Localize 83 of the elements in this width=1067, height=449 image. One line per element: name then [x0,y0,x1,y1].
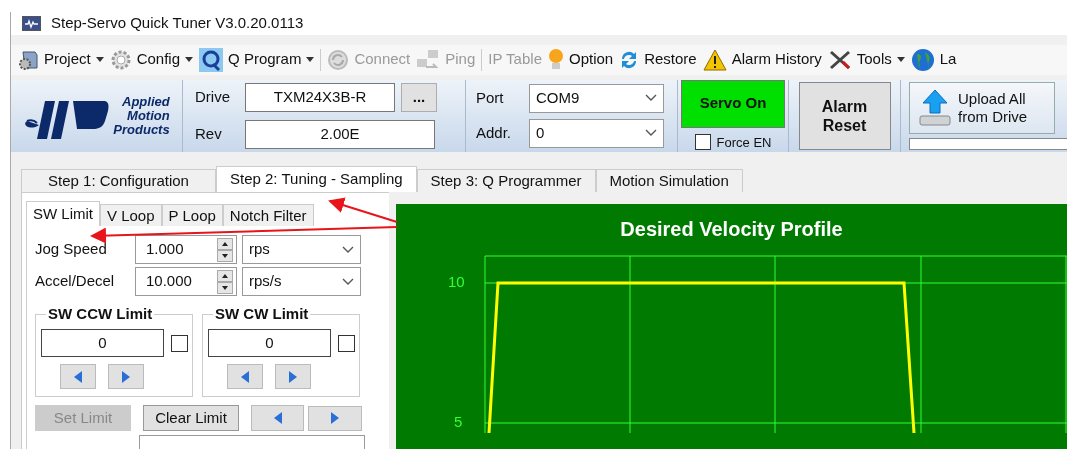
checkbox[interactable] [171,334,188,352]
arrow-button[interactable] [308,405,362,431]
right-arrow-icon [289,370,297,383]
warning-icon [702,48,727,71]
window-title: Step-Servo Quick Tuner V3.0.20.0113 [51,13,304,33]
right-arrow-icon [122,370,130,383]
right-arrow-icon [331,412,339,424]
field-label: Accel/Decel [35,271,116,292]
spin-box[interactable]: 1.000 [135,235,237,264]
dropdown-icon [95,57,104,62]
rev-field: 2.00E [245,119,435,149]
tab[interactable]: P Loop [161,204,223,226]
dropdown-icon [896,57,905,62]
dropdown-icon [185,57,194,62]
app-icon [22,15,41,31]
dropdown-icon [306,57,315,62]
servo-on-button[interactable]: Servo On [681,79,785,128]
spinner-arrows-icon [217,269,233,294]
limit-button[interactable]: Clear Limit [143,405,239,431]
spin-box[interactable]: 10.000 [135,267,237,296]
toolbar-button[interactable]: Tools [827,44,905,75]
chevron-icon [645,129,657,138]
lightbulb-icon [548,47,564,72]
q-icon [199,47,224,72]
tab[interactable]: Motion Simulation [595,169,743,192]
toolbar-button[interactable]: Config [109,44,194,75]
address-label: Addr. [476,123,513,143]
toolbar-button[interactable]: Project [17,44,104,75]
port-dropdown[interactable]: COM9 [529,83,664,113]
address-dropdown[interactable]: 0 [529,118,664,148]
toolbar-button[interactable]: Q Program [199,44,315,75]
tab[interactable]: V Loop [100,204,162,226]
upload-icon [918,88,952,127]
gear-icon [109,48,132,71]
y-tick-label: 10 [448,272,465,292]
arrow-button[interactable] [275,364,311,389]
browse-button[interactable]: ... [401,82,437,112]
drive-field[interactable]: TXM24X3B-R [245,82,395,112]
field-label: Jog Speed [35,239,108,260]
spinner-arrows-icon [217,237,233,262]
arrow-button[interactable] [60,364,96,389]
arrow-button[interactable] [251,405,304,431]
left-arrow-icon [241,370,249,383]
drive-label: Drive [195,87,231,107]
limit-field[interactable]: 0 [41,329,164,357]
connect-icon [327,48,350,71]
tab[interactable]: Step 1: Configuration [21,169,216,192]
arrow-button[interactable] [108,364,144,389]
logo-text: Motion [127,108,170,123]
toolbar-button[interactable]: Restore [619,44,697,75]
upload-button[interactable]: Upload All from Drive [909,81,1055,134]
arrow-button[interactable] [227,364,263,389]
limit-field[interactable]: 0 [208,329,331,357]
chevron-icon [342,245,354,254]
toolbar-button[interactable]: La [910,44,957,75]
toolbar-button[interactable]: Option [548,44,614,75]
toolbar-button[interactable]: Alarm History [702,44,822,75]
logo-text: Applied [122,94,170,109]
chevron-icon [645,94,657,103]
port-label: Port [476,88,505,108]
tab[interactable]: SW Limit [26,201,100,226]
tab[interactable]: Step 3: Q Programmer [416,169,596,192]
left-arrow-icon [74,370,82,383]
unit-dropdown[interactable]: rps [242,235,361,264]
globe-icon [910,47,935,72]
alarm-reset-button[interactable]: Alarm Reset [798,81,891,150]
tab[interactable]: Notch Filter [222,204,314,226]
chevron-icon [342,277,354,286]
left-arrow-icon [273,412,282,424]
unit-dropdown[interactable]: rps/s [242,267,361,296]
force-en-checkbox[interactable] [694,134,711,151]
tab[interactable]: Step 2: Tuning - Sampling [216,166,417,192]
folder-gear-icon [17,48,39,71]
force-en-label: Force EN [716,133,772,152]
y-tick-label: 5 [454,412,463,432]
checkbox[interactable] [338,334,355,352]
annotation-arrow [328,197,398,223]
field[interactable] [139,435,365,449]
network-icon [416,48,441,71]
rev-label: Rev [195,124,223,144]
tools-icon [827,48,852,71]
chart-title: Desired Velocity Profile [619,217,844,242]
logo-text: Products [113,122,170,137]
